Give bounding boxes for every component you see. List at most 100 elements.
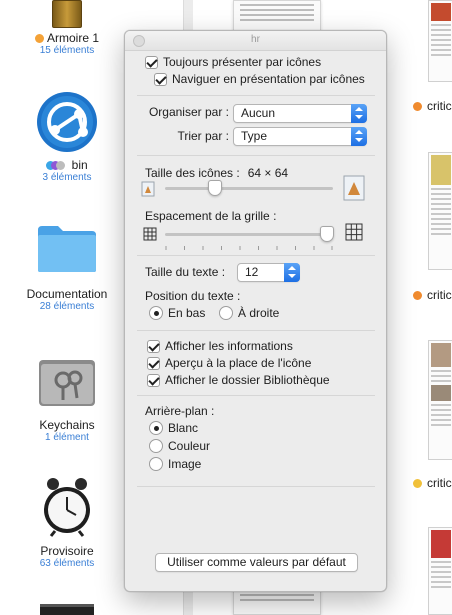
icon-size-track[interactable] [165, 187, 333, 190]
browse-icons-checkbox-row[interactable]: Naviguer en présentation par icônes [154, 72, 365, 86]
sort-value: Type [241, 129, 268, 143]
cabinet-icon [52, 0, 82, 28]
bg-white-label: Blanc [168, 421, 199, 435]
position-bottom-label: En bas [168, 306, 206, 320]
separator [137, 95, 375, 96]
grid-spacing-slider[interactable] [320, 226, 334, 242]
finder-item-count: 3 éléments [42, 172, 92, 183]
popup-arrows-icon [351, 127, 367, 146]
tight-grid-icon [143, 227, 157, 241]
finder-item-count: 15 éléments [39, 45, 95, 56]
arrange-label: Organiser par : [148, 105, 229, 119]
file-label[interactable]: critic [413, 99, 452, 113]
small-icon-size-icon [141, 181, 155, 197]
panel-title: hr [251, 34, 260, 45]
bg-image-label: Image [168, 457, 202, 471]
finder-item-armoire[interactable]: Armoire 1 15 éléments [0, 0, 134, 57]
browse-icons-checkbox[interactable] [154, 72, 167, 86]
document-thumbnail[interactable] [428, 340, 452, 460]
separator [137, 155, 375, 156]
document-thumbnail[interactable] [428, 152, 452, 270]
panel-titlebar[interactable]: hr [125, 31, 386, 51]
position-right-label: À droite [238, 306, 280, 320]
orange-tag-dot [413, 102, 422, 111]
bg-color-label: Couleur [168, 439, 211, 453]
file-label[interactable]: critic [413, 288, 452, 302]
show-info-checkbox[interactable] [147, 339, 160, 353]
wide-grid-icon [345, 223, 363, 241]
large-icon-size-icon [343, 175, 365, 201]
position-bottom-radio-row[interactable]: En bas [149, 306, 205, 320]
finder-item-count: 1 élément [45, 432, 89, 443]
separator [137, 486, 375, 487]
text-size-label: Taille du texte : [145, 265, 226, 279]
finder-item-name: Keychains [39, 418, 95, 432]
file-label[interactable]: critic [413, 476, 452, 490]
icon-preview-checkbox-row[interactable]: Aperçu à la place de l'icône [147, 356, 311, 370]
icon-size-value: 64 × 64 [247, 166, 289, 180]
grid-spacing-track[interactable] [165, 233, 333, 236]
finder-item-name: bin [71, 158, 88, 172]
finder-item-count: 63 éléments [39, 558, 95, 569]
orange-tag-dot [413, 291, 422, 300]
show-library-checkbox[interactable] [147, 373, 160, 387]
orange-tag-dot [34, 34, 44, 43]
text-position-label: Position du texte : [145, 289, 241, 303]
always-icons-checkbox-row[interactable]: Toujours présenter par icônes [145, 55, 321, 69]
bg-color-radio-row[interactable]: Couleur [149, 439, 210, 453]
icon-preview-checkbox[interactable] [147, 356, 160, 370]
finder-item-documentation[interactable]: Documentation 28 éléments [0, 222, 134, 313]
arrange-popup[interactable]: Aucun [233, 104, 367, 123]
document-thumbnail[interactable] [428, 527, 452, 615]
finder-item-provisoire[interactable]: Provisoire 63 éléments [0, 476, 134, 570]
browse-icons-label: Naviguer en présentation par icônes [172, 72, 365, 86]
position-right-radio-row[interactable]: À droite [219, 306, 279, 320]
yellow-tag-dot [413, 479, 422, 488]
show-library-label: Afficher le dossier Bibliothèque [165, 373, 330, 387]
sort-label: Trier par : [177, 129, 229, 143]
popup-arrows-icon [351, 104, 367, 123]
icon-preview-label: Aperçu à la place de l'icône [165, 356, 312, 370]
finder-item-name: Armoire 1 [46, 31, 99, 45]
position-bottom-radio[interactable] [149, 306, 163, 320]
text-size-popup[interactable]: 12 [237, 263, 300, 282]
grid-spacing-ticks [165, 239, 333, 250]
alarm-clock-icon [39, 476, 95, 538]
icon-size-slider[interactable] [208, 180, 223, 196]
separator [137, 395, 375, 396]
bg-color-radio[interactable] [149, 439, 163, 453]
position-right-radio[interactable] [219, 306, 233, 320]
always-icons-checkbox[interactable] [145, 55, 158, 69]
always-icons-label: Toujours présenter par icônes [163, 55, 322, 69]
finder-item-name: Documentation [26, 287, 108, 301]
icon-size-row: Taille des icônes : 64 × 64 [145, 166, 288, 180]
popup-arrows-icon [284, 263, 300, 282]
bg-image-radio[interactable] [149, 457, 163, 471]
folder-icon [36, 222, 98, 274]
finder-item-bin[interactable]: bin 3 éléments [0, 90, 134, 184]
show-library-checkbox-row[interactable]: Afficher le dossier Bibliothèque [147, 373, 330, 387]
film-icon-partial [40, 604, 94, 615]
show-info-label: Afficher les informations [165, 339, 293, 353]
view-options-panel: hr Toujours présenter par icônes Navigue… [124, 30, 387, 592]
finder-item-keychains[interactable]: Keychains 1 élément [0, 350, 134, 444]
document-thumbnail[interactable] [428, 0, 452, 82]
bg-white-radio-row[interactable]: Blanc [149, 421, 198, 435]
separator [137, 330, 375, 331]
arrange-value: Aucun [241, 106, 276, 120]
show-info-checkbox-row[interactable]: Afficher les informations [147, 339, 293, 353]
right-icon-column: critic critic critic [383, 0, 452, 615]
text-size-value: 12 [245, 265, 259, 279]
tag-dots [46, 158, 71, 172]
separator [137, 255, 375, 256]
bg-image-radio-row[interactable]: Image [149, 457, 201, 471]
bg-white-radio[interactable] [149, 421, 163, 435]
finder-item-name: Provisoire [40, 544, 94, 558]
finder-item-count: 28 éléments [39, 301, 95, 312]
icon-size-label: Taille des icônes : [145, 166, 240, 180]
keychain-folder-icon [37, 350, 97, 408]
background-label: Arrière-plan : [145, 404, 215, 418]
grid-spacing-label: Espacement de la grille : [145, 209, 277, 223]
sort-popup[interactable]: Type [233, 127, 367, 146]
use-as-defaults-button[interactable]: Utiliser comme valeurs par défaut [155, 553, 358, 572]
